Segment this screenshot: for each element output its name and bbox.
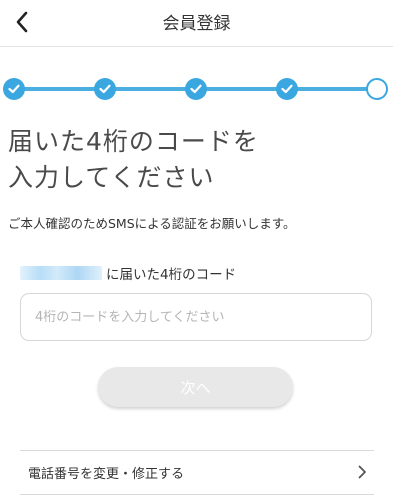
code-label-text: に届いた4桁のコード xyxy=(106,267,237,283)
check-icon xyxy=(281,84,293,94)
app-header: 会員登録 xyxy=(0,0,393,47)
code-input[interactable] xyxy=(20,293,372,341)
page-title: 会員登録 xyxy=(162,14,231,34)
check-icon xyxy=(190,84,202,94)
verification-description: ご本人確認のためSMSによる認証をお願いします。 xyxy=(8,216,296,231)
code-label: に届いた4桁のコード xyxy=(20,264,237,283)
check-icon xyxy=(8,84,20,94)
masked-phone-number xyxy=(20,266,102,280)
divider-bottom xyxy=(20,494,374,495)
step-3-complete xyxy=(185,78,207,100)
step-4-complete xyxy=(276,78,298,100)
main-heading: 届いた4桁のコードを 入力してください xyxy=(8,124,259,196)
change-phone-link[interactable]: 電話番号を変更・修正する xyxy=(20,450,374,494)
step-5-current xyxy=(366,78,388,100)
check-icon xyxy=(99,84,111,94)
step-2-complete xyxy=(94,78,116,100)
heading-line-1: 届いた4桁のコードを xyxy=(8,127,259,156)
step-1-complete xyxy=(3,78,25,100)
next-button[interactable]: 次へ xyxy=(98,367,293,407)
progress-stepper xyxy=(0,72,393,106)
heading-line-2: 入力してください xyxy=(8,163,215,192)
change-phone-label: 電話番号を変更・修正する xyxy=(28,466,185,482)
chevron-right-icon xyxy=(352,462,372,482)
